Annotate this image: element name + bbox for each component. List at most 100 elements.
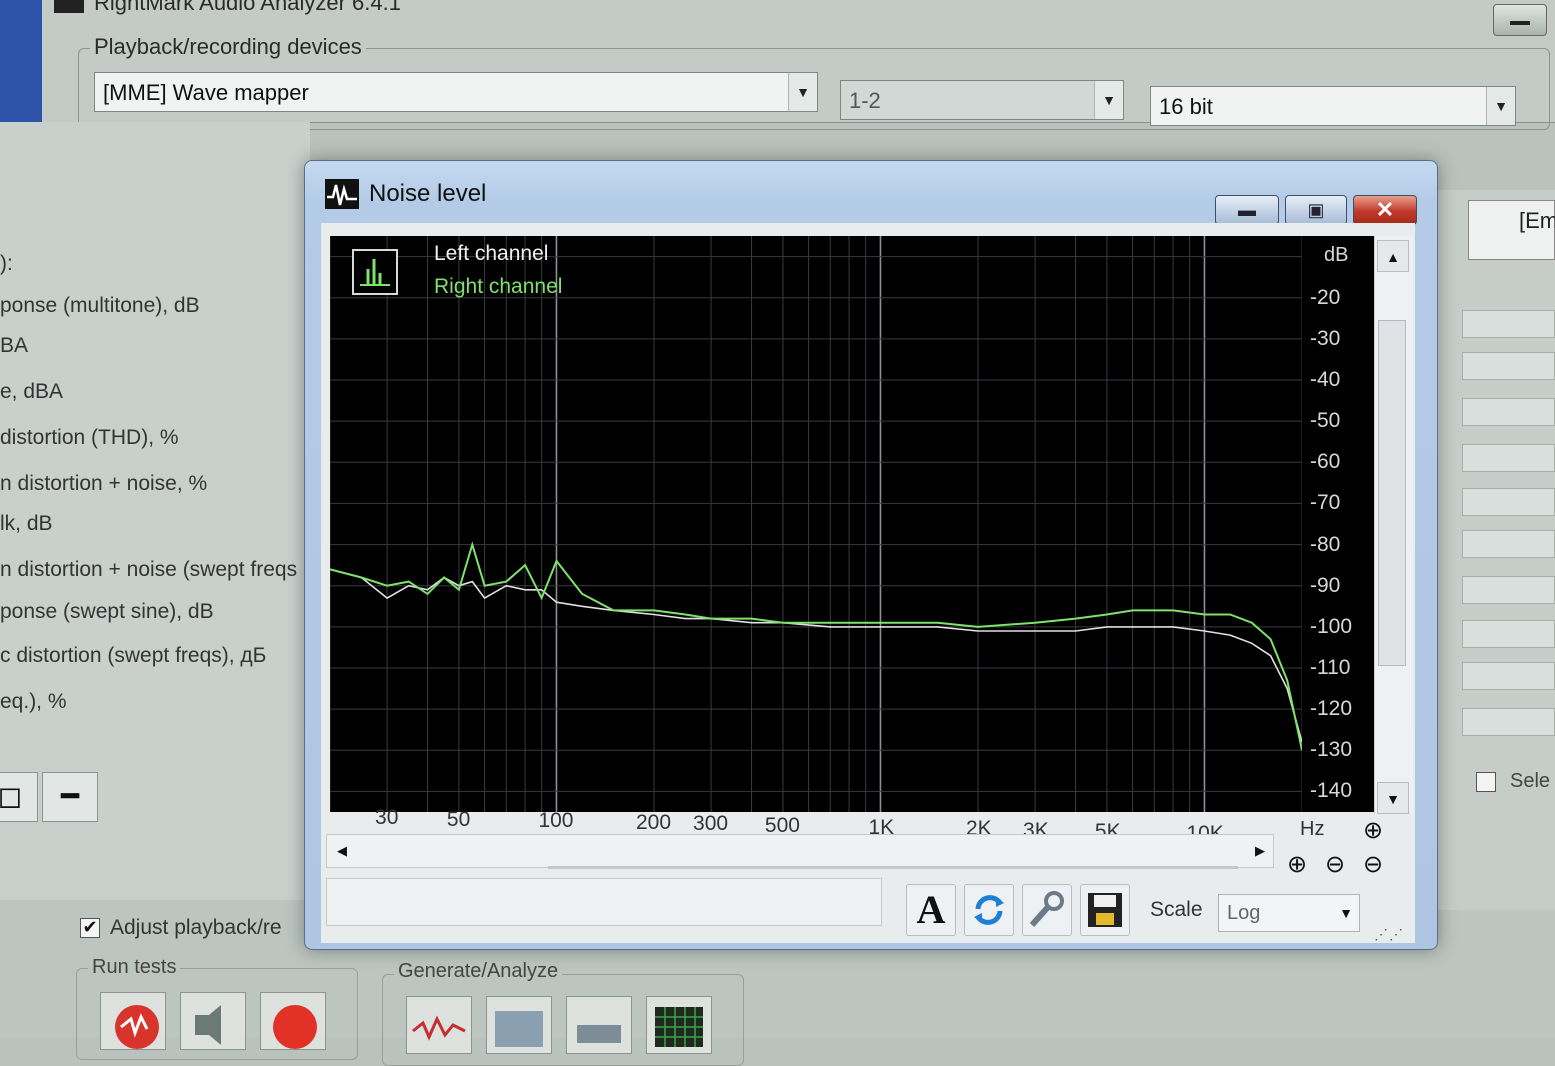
- app-icon: [54, 0, 84, 13]
- generate-button-4[interactable]: [646, 996, 712, 1054]
- generate-button-3[interactable]: [566, 996, 632, 1054]
- run-test-button-1[interactable]: [100, 992, 166, 1050]
- bar-chart-icon: [360, 259, 390, 286]
- save-button[interactable]: [1080, 884, 1130, 936]
- series-line-right: [330, 541, 1302, 751]
- vertical-scroll-thumb[interactable]: [1378, 320, 1406, 666]
- param-item[interactable]: n distortion + noise, %: [0, 472, 207, 496]
- y-tick-label: -110: [1310, 656, 1351, 679]
- param-item[interactable]: ponse (swept sine), dB: [0, 600, 214, 624]
- bitdepth-select[interactable]: 16 bit ▼: [1150, 86, 1516, 126]
- run-test-button-2[interactable]: [180, 992, 246, 1050]
- scroll-up-icon[interactable]: ▲: [1377, 240, 1409, 272]
- speech-icon-button[interactable]: ◻: [0, 772, 38, 822]
- zoom-in-icon[interactable]: ⊕: [1280, 848, 1314, 882]
- result-field: [1462, 444, 1555, 472]
- scale-label: Scale: [1150, 898, 1203, 921]
- scroll-down-icon[interactable]: ▼: [1377, 782, 1409, 814]
- maximize-button[interactable]: ▣: [1285, 195, 1347, 225]
- horizontal-scroll-thumb[interactable]: [548, 866, 1238, 869]
- param-item[interactable]: lk, dB: [0, 512, 53, 536]
- chevron-down-icon[interactable]: ▼: [788, 73, 817, 111]
- desktop-strip: [0, 0, 42, 122]
- horizontal-scrollbar[interactable]: [326, 834, 1274, 868]
- wrench-icon: [1029, 891, 1064, 927]
- select-label: Sele: [1510, 770, 1551, 792]
- record-icon: [273, 1005, 317, 1049]
- zoom-reset-icon[interactable]: ⊖: [1356, 848, 1390, 882]
- y-tick-label: -140: [1310, 779, 1353, 803]
- result-field: [1462, 576, 1555, 604]
- run-tests-label: Run tests: [88, 956, 181, 979]
- param-item[interactable]: n distortion + noise (swept freqs: [0, 558, 297, 582]
- window-title: Noise level: [369, 180, 487, 207]
- generate-button-2[interactable]: [486, 996, 552, 1054]
- devices-group-label: Playback/recording devices: [90, 34, 366, 60]
- y-tick-label: -70: [1310, 491, 1341, 515]
- result-field: [1462, 620, 1555, 648]
- settings-button[interactable]: [1022, 884, 1072, 936]
- chevron-down-icon[interactable]: ▼: [1486, 87, 1515, 125]
- zoom-out-icon[interactable]: ⊖: [1318, 848, 1352, 882]
- status-field: [326, 878, 882, 926]
- main-window-title-text: RightMark Audio Analyzer 6.4.1: [94, 0, 401, 15]
- y-tick-label: -90: [1310, 573, 1341, 597]
- minimize-button[interactable]: ▬: [1215, 195, 1279, 225]
- y-tick-label: -130: [1310, 738, 1353, 762]
- remove-button[interactable]: ━: [42, 772, 98, 822]
- waveform-icon: [412, 1015, 466, 1041]
- param-item[interactable]: c distortion (swept freqs), дБ: [0, 644, 266, 668]
- right-header-box: [Em: [1468, 200, 1555, 260]
- scroll-right-icon[interactable]: ▶: [1246, 836, 1274, 866]
- run-test-button-3[interactable]: [260, 992, 326, 1050]
- chevron-down-icon[interactable]: ▼: [1094, 81, 1123, 119]
- legend-right-channel[interactable]: Right channel: [434, 275, 562, 299]
- speaker-icon: [195, 1005, 221, 1045]
- channels-select[interactable]: 1-2 ▼: [840, 80, 1124, 120]
- generate-button-1[interactable]: [406, 996, 472, 1054]
- y-tick-label: -30: [1310, 326, 1341, 350]
- close-button[interactable]: ✕: [1353, 195, 1417, 225]
- spectrum-plot[interactable]: [330, 236, 1302, 812]
- bitdepth-select-value: 16 bit: [1159, 94, 1213, 119]
- font-icon: A: [916, 887, 946, 932]
- y-tick-label: -20: [1310, 285, 1341, 309]
- x-axis-unit: Hz: [1300, 818, 1325, 840]
- param-item[interactable]: BA: [0, 334, 28, 358]
- param-item[interactable]: distortion (THD), %: [0, 426, 179, 450]
- legend-left-channel[interactable]: Left channel: [434, 242, 548, 266]
- series-line-left: [330, 568, 1302, 743]
- spectrum-icon: [495, 1011, 543, 1047]
- chevron-down-icon[interactable]: ▼: [1339, 895, 1353, 931]
- result-field: [1462, 352, 1555, 380]
- resize-grip-icon[interactable]: ⋰⋰: [1374, 926, 1404, 943]
- adjust-checkbox[interactable]: ✔: [80, 918, 100, 938]
- zoom-in-vertical-icon[interactable]: ⊕: [1356, 814, 1390, 848]
- param-item[interactable]: ponse (multitone), dB: [0, 294, 200, 318]
- save-icon: [1088, 893, 1122, 927]
- device-select[interactable]: [MME] Wave mapper ▼: [94, 72, 818, 112]
- chart-legend-icon[interactable]: [352, 249, 398, 295]
- main-minimize-button[interactable]: [1493, 4, 1547, 36]
- result-field: [1462, 708, 1555, 736]
- y-tick-label: -40: [1310, 368, 1341, 391]
- select-row: Sele: [1476, 770, 1550, 793]
- result-field: [1462, 662, 1555, 690]
- y-tick-label: -80: [1310, 532, 1341, 556]
- adjust-row: ✔ Adjust playback/re: [80, 916, 282, 940]
- y-axis: [1302, 236, 1374, 812]
- refresh-icon: [974, 895, 1004, 925]
- param-item[interactable]: eq.), %: [0, 690, 67, 714]
- refresh-button[interactable]: [964, 884, 1014, 936]
- window-titlebar[interactable]: Noise level: [325, 179, 486, 209]
- param-item[interactable]: e, dBA: [0, 380, 63, 404]
- font-button[interactable]: A: [906, 884, 956, 936]
- param-item[interactable]: ):: [0, 252, 13, 276]
- result-field: [1462, 488, 1555, 516]
- scroll-left-icon[interactable]: ◀: [328, 836, 356, 866]
- scale-select[interactable]: Log ▼: [1218, 894, 1360, 932]
- x-tick-label: 300: [693, 812, 729, 836]
- y-tick-label: -60: [1310, 450, 1341, 474]
- select-checkbox[interactable]: [1476, 771, 1496, 792]
- x-tick-label: 100: [538, 809, 574, 833]
